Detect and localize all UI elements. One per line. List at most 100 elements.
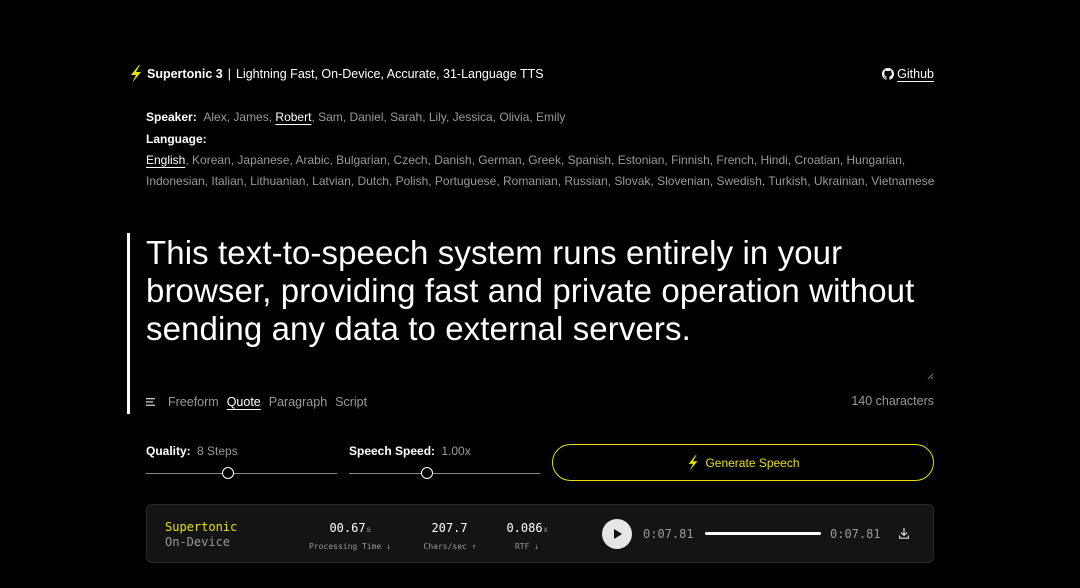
- language-option[interactable]: Japanese: [237, 153, 289, 167]
- speaker-option[interactable]: Lily: [429, 110, 446, 124]
- quality-slider[interactable]: [146, 467, 337, 479]
- speed-slider-thumb[interactable]: [421, 467, 434, 479]
- list-separator: ,: [611, 153, 618, 167]
- metric-value: 207.7: [431, 521, 468, 535]
- language-option[interactable]: French: [716, 153, 753, 167]
- voice-options: Speaker: Alex, James, Robert, Sam, Danie…: [146, 107, 936, 191]
- quality-slider-group: Quality: 8 Steps: [146, 444, 338, 479]
- language-option[interactable]: Swedish: [716, 174, 761, 188]
- generate-speech-button[interactable]: Generate Speech: [552, 444, 934, 481]
- language-option[interactable]: Bulgarian: [336, 153, 387, 167]
- language-option[interactable]: Indonesian: [146, 174, 205, 188]
- speaker-list: Alex, James, Robert, Sam, Daniel, Sarah,…: [203, 110, 565, 124]
- language-option[interactable]: English: [146, 153, 185, 167]
- player-model-name: Supertonic: [165, 520, 238, 534]
- mode-tab[interactable]: Script: [335, 395, 367, 409]
- language-option[interactable]: Russian: [564, 174, 607, 188]
- language-option[interactable]: Portuguese: [435, 174, 496, 188]
- list-separator: ,: [496, 173, 503, 188]
- language-option[interactable]: Dutch: [358, 174, 389, 188]
- language-option[interactable]: Ukrainian: [814, 174, 865, 188]
- brand-tagline: Lightning Fast, On-Device, Accurate, 31-…: [235, 67, 544, 81]
- speed-value: 1.00x: [441, 444, 471, 458]
- speaker-label: Speaker:: [146, 110, 197, 124]
- github-icon: [882, 68, 895, 80]
- language-option[interactable]: Latvian: [312, 174, 351, 188]
- language-option[interactable]: German: [478, 153, 521, 167]
- language-option[interactable]: Spanish: [568, 153, 611, 167]
- bolt-icon: [689, 454, 698, 471]
- quote-bar: [127, 233, 130, 414]
- quality-label: Quality:: [146, 444, 191, 458]
- language-option[interactable]: Hindi: [760, 153, 787, 167]
- list-separator: ,: [350, 173, 358, 188]
- progress-fill: [705, 532, 821, 535]
- language-option[interactable]: Korean: [192, 153, 231, 167]
- language-label-row: Language:: [146, 129, 936, 150]
- metric-caption: RTF ↓: [514, 542, 540, 551]
- language-option[interactable]: Vietnamese: [871, 174, 934, 188]
- language-option[interactable]: Lithuanian: [250, 174, 305, 188]
- list-separator: ,: [807, 173, 814, 188]
- brand-separator: |: [227, 67, 231, 81]
- language-label: Language:: [146, 131, 207, 146]
- metric-value: 0.086: [506, 521, 543, 535]
- language-option[interactable]: Italian: [211, 174, 243, 188]
- speaker-option[interactable]: Robert: [275, 110, 311, 124]
- total-time: 0:07.81: [830, 527, 881, 541]
- language-option[interactable]: Slovenian: [657, 174, 710, 188]
- language-option[interactable]: Danish: [434, 153, 471, 167]
- quality-slider-thumb[interactable]: [222, 467, 235, 479]
- speaker-option[interactable]: James: [233, 110, 268, 124]
- language-option[interactable]: Croatian: [794, 153, 839, 167]
- metric-chars-per-sec: 207.7 Chars/sec ↑: [415, 519, 485, 551]
- align-left-icon: [146, 398, 155, 406]
- speaker-option[interactable]: Daniel: [349, 110, 383, 124]
- language-option[interactable]: Turkish: [768, 174, 807, 188]
- metric-caption: Chars/sec ↑: [423, 542, 477, 551]
- speaker-option[interactable]: Olivia: [499, 110, 529, 124]
- quality-label-row: Quality: 8 Steps: [146, 444, 338, 458]
- language-option[interactable]: Czech: [394, 153, 428, 167]
- language-option[interactable]: Estonian: [618, 153, 665, 167]
- language-option[interactable]: Arabic: [295, 153, 329, 167]
- speaker-option[interactable]: Sam: [318, 110, 343, 124]
- character-count: 140 characters: [851, 394, 934, 408]
- metric-processing-time: 00.67s Processing Time ↓: [305, 519, 395, 551]
- speaker-option[interactable]: Sarah: [390, 110, 422, 124]
- language-option[interactable]: Finnish: [671, 153, 710, 167]
- audio-player: Supertonic On-Device 00.67s Processing T…: [146, 504, 934, 563]
- text-input[interactable]: This text-to-speech system runs entirely…: [146, 234, 936, 348]
- language-option[interactable]: Romanian: [503, 174, 558, 188]
- brand: Supertonic 3 | Lightning Fast, On-Device…: [128, 65, 544, 83]
- mode-tab[interactable]: Freeform: [168, 395, 219, 409]
- quality-value: 8 Steps: [197, 444, 238, 458]
- speed-slider[interactable]: [349, 467, 540, 479]
- metric-value: 00.67: [329, 521, 366, 535]
- mode-tab[interactable]: Quote: [227, 395, 261, 409]
- language-option[interactable]: Polish: [396, 174, 429, 188]
- metric-unit: x: [543, 525, 548, 534]
- list-separator: ,: [839, 153, 847, 167]
- speaker-option[interactable]: Emily: [536, 110, 565, 124]
- list-separator: ,: [428, 173, 435, 188]
- download-icon[interactable]: [899, 528, 909, 539]
- language-option[interactable]: Hungarian: [847, 153, 902, 167]
- progress-bar[interactable]: [705, 532, 821, 535]
- mode-list: Freeform Quote Paragraph Script: [168, 395, 375, 409]
- github-link[interactable]: Github: [882, 67, 934, 81]
- brand-name: Supertonic 3: [147, 67, 223, 81]
- current-time: 0:07.81: [643, 527, 694, 541]
- list-separator: ,: [388, 173, 396, 188]
- mode-tab[interactable]: Paragraph: [269, 395, 327, 409]
- speaker-row: Speaker: Alex, James, Robert, Sam, Danie…: [146, 107, 936, 128]
- speaker-option[interactable]: Jessica: [453, 110, 493, 124]
- language-option[interactable]: Greek: [528, 153, 561, 167]
- resize-handle-icon[interactable]: [926, 372, 934, 380]
- speed-slider-group: Speech Speed: 1.00x: [349, 444, 541, 479]
- play-button[interactable]: [602, 519, 632, 549]
- speed-label-row: Speech Speed: 1.00x: [349, 444, 541, 458]
- metric-unit: s: [366, 525, 371, 534]
- language-option[interactable]: Slovak: [614, 174, 650, 188]
- speaker-option[interactable]: Alex: [203, 110, 226, 124]
